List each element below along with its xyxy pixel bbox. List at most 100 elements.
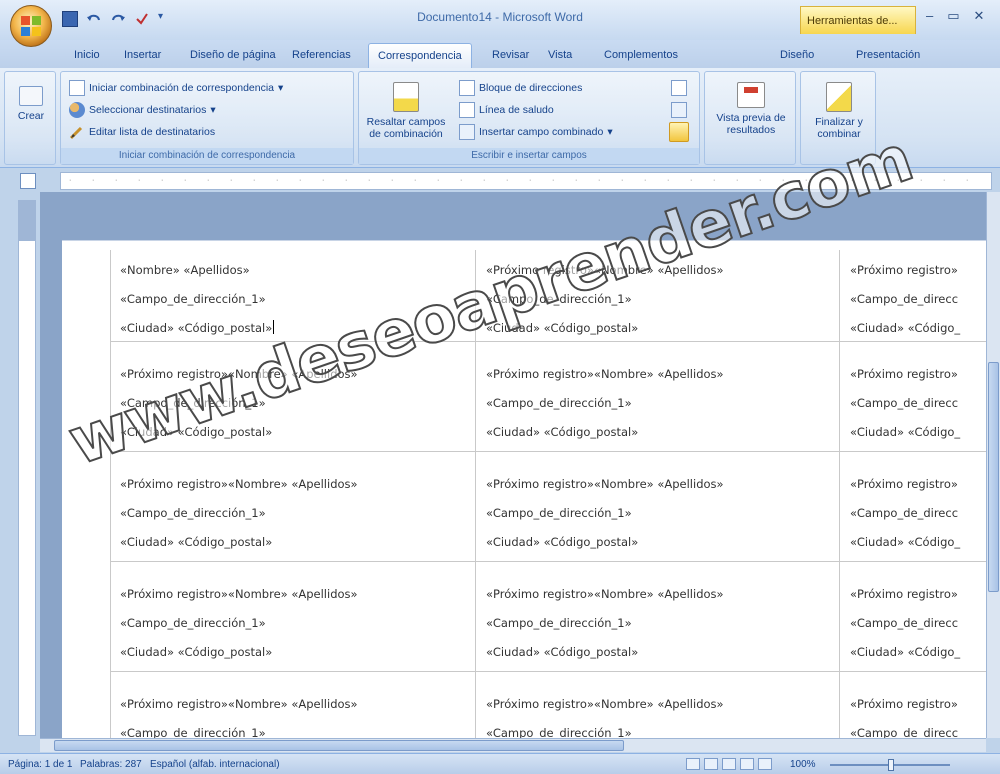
merge-field-line[interactable]: «Próximo registro»: [850, 580, 986, 609]
merge-field-line[interactable]: «Ciudad» «Código_: [850, 314, 986, 341]
merge-field-line[interactable]: «Próximo registro»: [850, 360, 986, 389]
merge-field-line[interactable]: «Próximo registro»«Nombre» «Apellidos»: [120, 690, 475, 719]
maximize-button[interactable]: ▭: [947, 8, 959, 24]
merge-field-line[interactable]: «Ciudad» «Código_postal»: [120, 528, 475, 557]
minimize-button[interactable]: –: [926, 8, 933, 24]
language-status[interactable]: Español (alfab. internacional): [150, 759, 280, 770]
vertical-scroll-thumb[interactable]: [988, 362, 999, 592]
label-cell[interactable]: «Próximo registro»«Nombre» «Apellidos» «C…: [110, 672, 476, 738]
merge-field-line[interactable]: «Próximo registro»: [850, 470, 986, 499]
label-cell[interactable]: «Próximo registro»«Nombre» «Apellidos» «C…: [110, 562, 476, 672]
merge-field-line[interactable]: «Ciudad» «Código_postal»: [486, 528, 839, 557]
insertar-campo-button[interactable]: Insertar campo combinado ▾: [459, 124, 613, 140]
merge-field-line[interactable]: «Próximo registro»«Nombre» «Apellidos»: [486, 470, 839, 499]
merge-field-line[interactable]: «Próximo registro»«Nombre» «Apellidos»: [486, 256, 839, 285]
zoom-slider[interactable]: [830, 759, 950, 771]
merge-field-line[interactable]: «Próximo registro»«Nombre» «Apellidos»: [486, 360, 839, 389]
finalizar-combinar-button[interactable]: Finalizar y combinar: [803, 82, 875, 140]
merge-field-line[interactable]: «Campo_de_direcc: [850, 499, 986, 528]
merge-field-line[interactable]: «Campo_de_dirección_1»: [486, 719, 839, 738]
merge-field-line[interactable]: «Ciudad» «Código_: [850, 528, 986, 557]
vista-previa-button[interactable]: Vista previa de resultados: [707, 82, 795, 136]
label-cell[interactable]: «Próximo registro»«Campo_de_direcc«Ciuda…: [840, 672, 986, 738]
seleccionar-destinatarios-button[interactable]: Seleccionar destinatarios ▾: [69, 102, 216, 118]
zoom-level[interactable]: 100%: [790, 759, 816, 770]
horizontal-scroll-thumb[interactable]: [54, 740, 624, 751]
merge-field-line[interactable]: «Campo_de_direcc: [850, 285, 986, 314]
tab-insertar[interactable]: Insertar: [124, 49, 161, 61]
tab-revisar[interactable]: Revisar: [492, 49, 529, 61]
vertical-ruler[interactable]: [18, 240, 36, 736]
merge-field-line[interactable]: «Ciudad» «Código_postal»: [486, 418, 839, 447]
merge-field-line[interactable]: «Ciudad» «Código_postal»: [486, 638, 839, 667]
office-button[interactable]: [10, 5, 52, 47]
merge-field-line[interactable]: «Campo_de_dirección_1»: [486, 499, 839, 528]
tab-diseno-pagina[interactable]: Diseño de página: [190, 49, 276, 61]
label-cell[interactable]: «Nombre» «Apellidos» «Campo_de_dirección_…: [110, 250, 476, 342]
merge-field-line[interactable]: «Próximo registro»«Nombre» «Apellidos»: [120, 360, 475, 389]
horizontal-ruler[interactable]: · · · · · · · · · · · · · · · · · · · · · · · · · · · · · · · · · · · · · · · ·: [60, 172, 992, 190]
update-labels-icon[interactable]: [669, 122, 689, 142]
label-cell[interactable]: «Próximo registro»«Nombre» «Apellidos» «C…: [476, 250, 840, 342]
editar-lista-button[interactable]: Editar lista de destinatarios: [69, 124, 215, 140]
merge-field-line[interactable]: «Próximo registro»«Nombre» «Apellidos»: [120, 470, 475, 499]
merge-field-line[interactable]: «Campo_de_dirección_1»: [120, 389, 475, 418]
outline-view-icon[interactable]: [740, 758, 754, 770]
merge-field-line[interactable]: «Campo_de_direcc: [850, 389, 986, 418]
label-cell[interactable]: «Próximo registro»«Campo_de_direcc«Ciuda…: [840, 562, 986, 672]
label-cell[interactable]: «Próximo registro»«Nombre» «Apellidos» «C…: [476, 342, 840, 452]
tab-referencias[interactable]: Referencias: [292, 49, 351, 61]
label-cell[interactable]: «Próximo registro»«Nombre» «Apellidos» «C…: [110, 452, 476, 562]
document-page[interactable]: «Nombre» «Apellidos» «Campo_de_dirección_…: [62, 250, 986, 738]
tab-complementos[interactable]: Complementos: [604, 49, 678, 61]
merge-field-line[interactable]: «Campo_de_dirección_1»: [120, 719, 475, 738]
tab-diseno[interactable]: Diseño: [780, 49, 814, 61]
tab-inicio[interactable]: Inicio: [74, 49, 100, 61]
bloque-direcciones-button[interactable]: Bloque de direcciones: [459, 80, 582, 96]
full-screen-icon[interactable]: [704, 758, 718, 770]
resaltar-campos-button[interactable]: Resaltar campos de combinación: [361, 82, 451, 140]
merge-field-line[interactable]: «Próximo registro»«Nombre» «Apellidos»: [486, 690, 839, 719]
merge-field-line[interactable]: «Ciudad» «Código_postal»: [120, 638, 475, 667]
merge-field-line[interactable]: «Campo_de_dirección_1»: [486, 285, 839, 314]
merge-field-line[interactable]: «Campo_de_dirección_1»: [120, 609, 475, 638]
label-cell[interactable]: «Próximo registro»«Campo_de_direcc«Ciuda…: [840, 452, 986, 562]
merge-field-line[interactable]: «Campo_de_dirección_1»: [120, 499, 475, 528]
word-count[interactable]: Palabras: 287: [80, 759, 142, 770]
print-layout-icon[interactable]: [686, 758, 700, 770]
label-cell[interactable]: «Próximo registro»«Nombre» «Apellidos» «C…: [476, 452, 840, 562]
merge-field-line[interactable]: «Campo_de_direcc: [850, 609, 986, 638]
tab-correspondencia[interactable]: Correspondencia: [368, 43, 472, 69]
merge-field-line[interactable]: «Próximo registro»«Nombre» «Apellidos»: [120, 580, 475, 609]
label-table[interactable]: «Nombre» «Apellidos» «Campo_de_dirección_…: [110, 250, 986, 738]
label-cell[interactable]: «Próximo registro»«Campo_de_direcc«Ciuda…: [840, 250, 986, 342]
merge-field-line[interactable]: «Campo_de_dirección_1»: [486, 389, 839, 418]
iniciar-combinacion-button[interactable]: Iniciar combinación de correspondencia ▾: [69, 80, 283, 96]
label-cell[interactable]: «Próximo registro»«Nombre» «Apellidos» «C…: [476, 672, 840, 738]
match-fields-icon[interactable]: [671, 102, 687, 118]
merge-field-line[interactable]: «Próximo registro»«Nombre» «Apellidos»: [486, 580, 839, 609]
merge-field-line[interactable]: «Ciudad» «Código_postal»: [120, 418, 475, 447]
web-layout-icon[interactable]: [722, 758, 736, 770]
draft-view-icon[interactable]: [758, 758, 772, 770]
linea-saludo-button[interactable]: Línea de saludo: [459, 102, 554, 118]
merge-field-line[interactable]: «Nombre» «Apellidos»: [120, 256, 475, 285]
horizontal-scrollbar[interactable]: [40, 738, 986, 752]
close-button[interactable]: ✕: [974, 8, 985, 24]
merge-field-line[interactable]: «Campo_de_direcc: [850, 719, 986, 738]
label-cell[interactable]: «Próximo registro»«Nombre» «Apellidos» «C…: [476, 562, 840, 672]
merge-field-line[interactable]: «Campo_de_dirección_1»: [120, 285, 475, 314]
merge-field-line[interactable]: «Ciudad» «Código_: [850, 418, 986, 447]
merge-field-line[interactable]: «Ciudad» «Código_: [850, 638, 986, 667]
tab-presentacion[interactable]: Presentación: [856, 49, 920, 61]
view-ruler-button[interactable]: [20, 173, 36, 189]
merge-field-line[interactable]: «Próximo registro»: [850, 256, 986, 285]
vertical-scrollbar[interactable]: [986, 192, 1000, 738]
page-count[interactable]: Página: 1 de 1: [8, 759, 73, 770]
rules-icon[interactable]: [671, 80, 687, 96]
crear-button[interactable]: Crear: [11, 86, 51, 122]
merge-field-line[interactable]: «Ciudad» «Código_postal»: [120, 321, 272, 335]
merge-field-line[interactable]: «Ciudad» «Código_postal»: [486, 314, 839, 341]
merge-field-line[interactable]: «Próximo registro»: [850, 690, 986, 719]
tab-vista[interactable]: Vista: [548, 49, 572, 61]
